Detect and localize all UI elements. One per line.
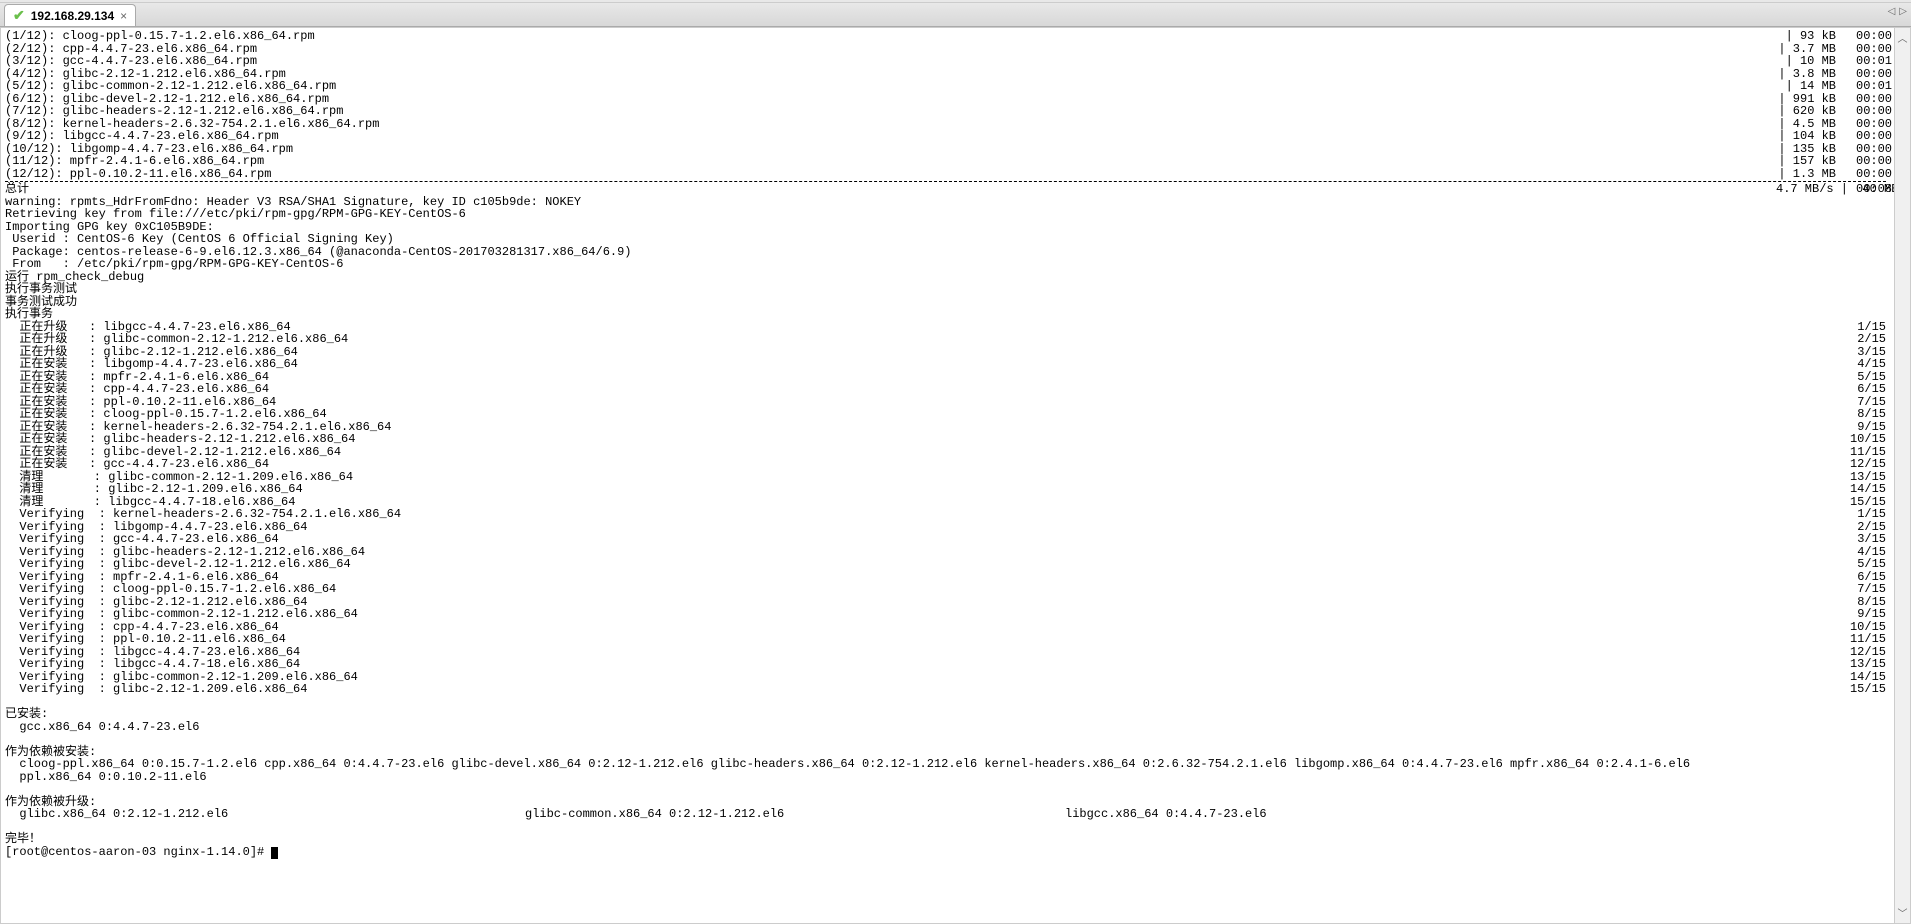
terminal-container: (1/12): cloog-ppl-0.15.7-1.2.el6.x86_64.… [0,27,1911,924]
download-row: (3/12): gcc-4.4.7-23.el6.x86_64.rpm| 10 … [5,55,1906,68]
from-line: From : /etc/pki/rpm-gpg/RPM-GPG-KEY-Cent… [5,258,1906,271]
deps-installed-line: cloog-ppl.x86_64 0:0.15.7-1.2.el6 cpp.x8… [5,758,1906,771]
operation-row: 正在安装 : libgomp-4.4.7-23.el6.x86_644/15 [5,358,1906,371]
tab-nav-arrows: ◁ ▷ [1888,6,1907,17]
tab-arrow-left-icon[interactable]: ◁ [1888,6,1896,17]
tab-arrow-right-icon[interactable]: ▷ [1899,6,1907,17]
operation-row: 正在安装 : glibc-devel-2.12-1.212.el6.x86_64… [5,446,1906,459]
installed-header: 已安装: [5,708,1906,721]
scrollbar[interactable]: ︿ ﹀ [1894,28,1910,923]
download-row: (12/12): ppl-0.10.2-11.el6.x86_64.rpm| 1… [5,168,1906,181]
operation-row: 正在安装 : cpp-4.4.7-23.el6.x86_646/15 [5,383,1906,396]
download-row: (2/12): cpp-4.4.7-23.el6.x86_64.rpm| 3.7… [5,43,1906,56]
operation-row: 正在安装 : cloog-ppl-0.15.7-1.2.el6.x86_648/… [5,408,1906,421]
operation-row: 清理 : glibc-2.12-1.209.el6.x86_6414/15 [5,483,1906,496]
userid-line: Userid : CentOS-6 Key (CentOS 6 Official… [5,233,1906,246]
operation-row: 正在安装 : glibc-headers-2.12-1.212.el6.x86_… [5,433,1906,446]
operation-row: Verifying : gcc-4.4.7-23.el6.x86_643/15 [5,533,1906,546]
scroll-down-icon[interactable]: ﹀ [1896,903,1910,923]
complete-line: 完毕！ [5,833,1906,846]
check-icon: ✔ [13,7,25,24]
operation-row: 正在安装 : mpfr-2.4.1-6.el6.x86_645/15 [5,371,1906,384]
session-tab[interactable]: ✔ 192.168.29.134 × [4,4,136,26]
deps-upgraded-header: 作为依赖被升级: [5,796,1906,809]
installed-line: gcc.x86_64 0:4.4.7-23.el6 [5,721,1906,734]
scroll-up-icon[interactable]: ︿ [1896,28,1910,48]
terminal-output[interactable]: (1/12): cloog-ppl-0.15.7-1.2.el6.x86_64.… [1,28,1910,923]
blank-line [5,783,1906,796]
operation-row: Verifying : glibc-2.12-1.209.el6.x86_641… [5,683,1906,696]
prompt-line[interactable]: [root@centos-aaron-03 nginx-1.14.0]# [5,846,1906,859]
status-line: 运行 rpm_check_debug [5,271,1906,284]
download-row: (1/12): cloog-ppl-0.15.7-1.2.el6.x86_64.… [5,30,1906,43]
operation-row: Verifying : cpp-4.4.7-23.el6.x86_6410/15 [5,621,1906,634]
download-row: (8/12): kernel-headers-2.6.32-754.2.1.el… [5,118,1906,131]
blank-line [5,821,1906,834]
total-row: 总计4.7 MB/s | 40 MB00:08 [5,183,1906,196]
operation-row: Verifying : glibc-common-2.12-1.212.el6.… [5,608,1906,621]
operation-row: Verifying : ppl-0.10.2-11.el6.x86_6411/1… [5,633,1906,646]
operation-row: Verifying : kernel-headers-2.6.32-754.2.… [5,508,1906,521]
retrieving-line: Retrieving key from file:///etc/pki/rpm-… [5,208,1906,221]
deps-installed-line: ppl.x86_64 0:0.10.2-11.el6 [5,771,1906,784]
blank-line [5,733,1906,746]
operation-row: 正在升级 : glibc-common-2.12-1.212.el6.x86_6… [5,333,1906,346]
download-row: (9/12): libgcc-4.4.7-23.el6.x86_64.rpm| … [5,130,1906,143]
download-row: (5/12): glibc-common-2.12-1.212.el6.x86_… [5,80,1906,93]
status-line: 执行事务 [5,308,1906,321]
operation-row: Verifying : libgcc-4.4.7-18.el6.x86_6413… [5,658,1906,671]
close-icon[interactable]: × [120,9,127,23]
deps-upgraded-line: glibc.x86_64 0:2.12-1.212.el6glibc-commo… [5,808,1906,821]
operation-row: Verifying : libgomp-4.4.7-23.el6.x86_642… [5,521,1906,534]
operation-row: Verifying : cloog-ppl-0.15.7-1.2.el6.x86… [5,583,1906,596]
blank-line [5,696,1906,709]
download-row: (10/12): libgomp-4.4.7-23.el6.x86_64.rpm… [5,143,1906,156]
download-row: (7/12): glibc-headers-2.12-1.212.el6.x86… [5,105,1906,118]
operation-row: 正在安装 : gcc-4.4.7-23.el6.x86_6412/15 [5,458,1906,471]
divider [5,181,1886,182]
cursor-icon [271,847,278,859]
operation-row: Verifying : glibc-devel-2.12-1.212.el6.x… [5,558,1906,571]
tab-bar: ✔ 192.168.29.134 × ◁ ▷ [0,3,1911,27]
status-line: 事务测试成功 [5,296,1906,309]
status-line: 执行事务测试 [5,283,1906,296]
download-row: (11/12): mpfr-2.4.1-6.el6.x86_64.rpm| 15… [5,155,1906,168]
tab-title: 192.168.29.134 [31,9,114,23]
